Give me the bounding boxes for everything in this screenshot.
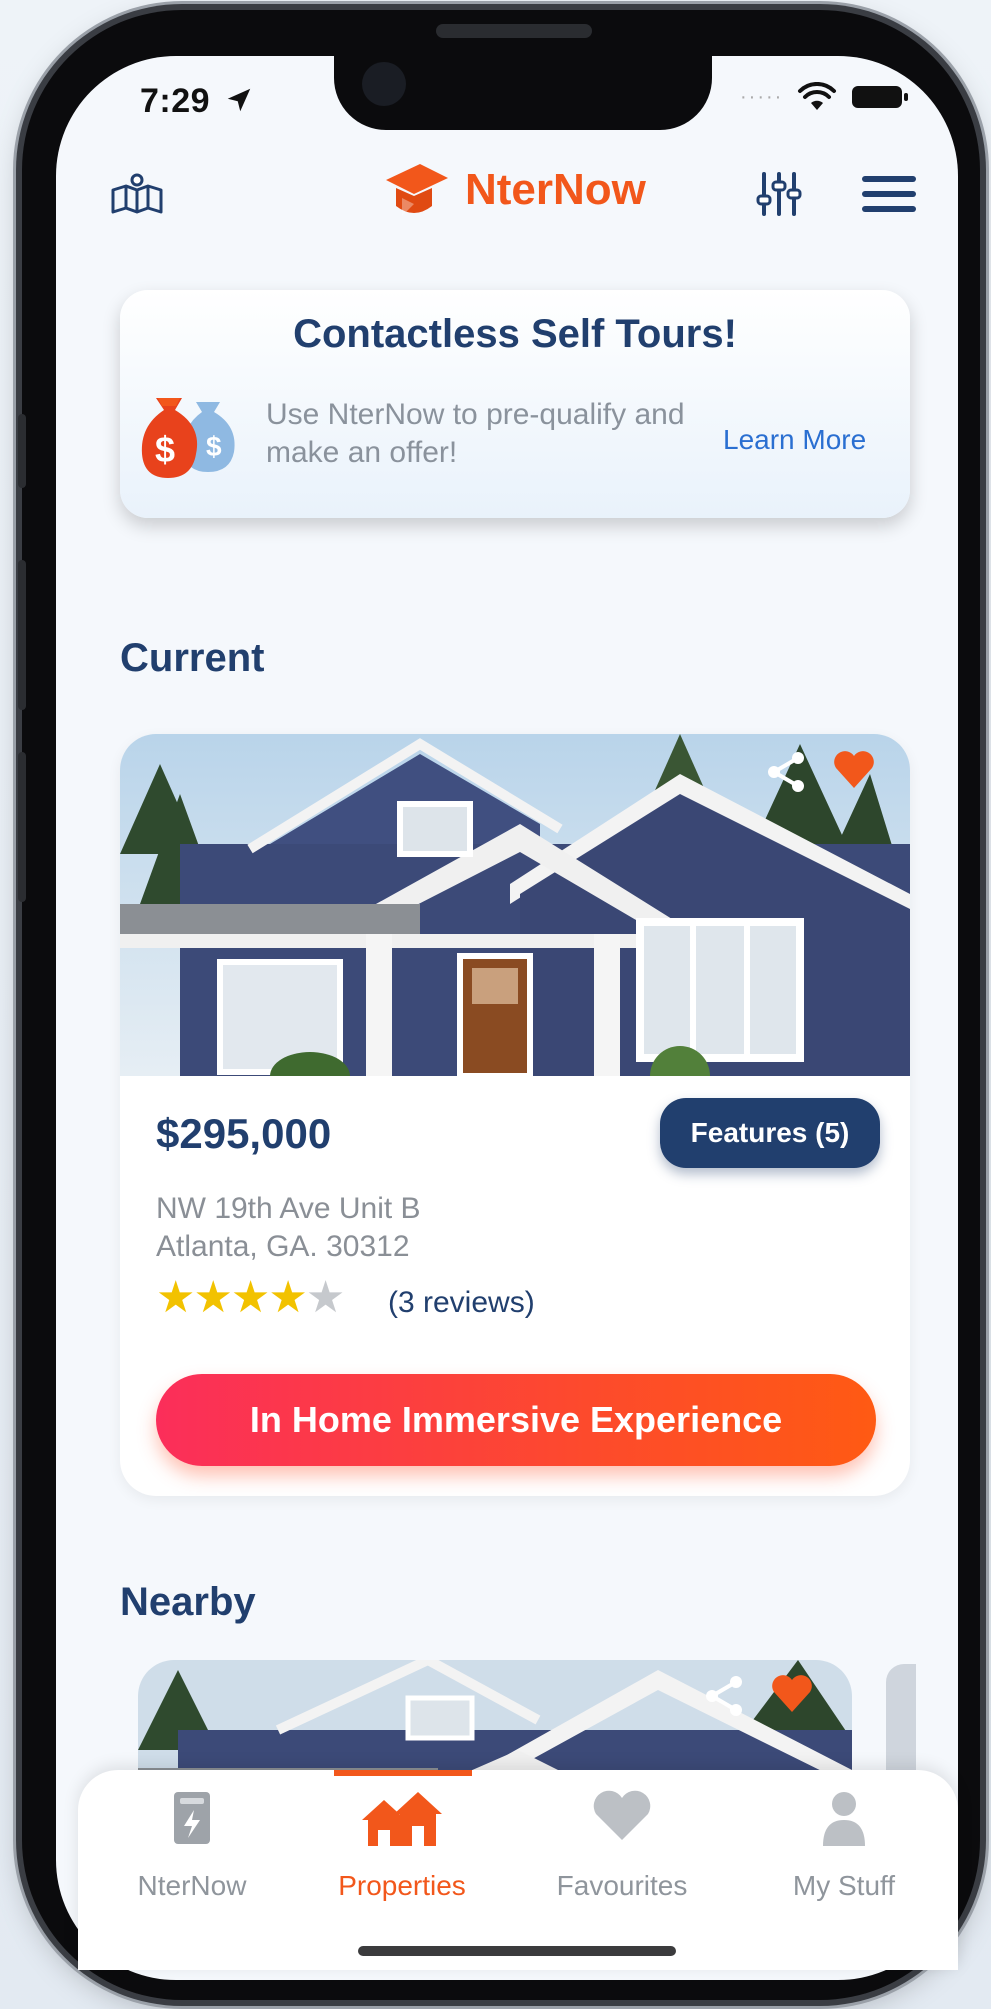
money-bags-icon: $ $: [141, 398, 235, 478]
hamburger-menu-icon[interactable]: [860, 172, 918, 216]
features-button[interactable]: Features (5): [660, 1098, 880, 1168]
reviews-count[interactable]: (3 reviews): [388, 1286, 535, 1320]
address-line-2: Atlanta, GA. 30312: [156, 1230, 410, 1263]
immersive-experience-button[interactable]: In Home Immersive Experience: [156, 1374, 876, 1466]
share-icon[interactable]: [764, 750, 808, 794]
svg-text:$: $: [206, 431, 222, 462]
bottom-tab-bar: NterNow Properties Favourites My Stuff: [78, 1770, 958, 1970]
star-filled-icon: ★: [268, 1273, 307, 1322]
tab-favourites[interactable]: Favourites: [512, 1770, 732, 1930]
heart-icon: [593, 1790, 651, 1840]
mute-switch: [18, 414, 26, 488]
fuse-box-icon: [174, 1792, 210, 1844]
houses-icon: [362, 1792, 442, 1846]
person-icon: [823, 1792, 865, 1846]
property-price: $295,000: [156, 1110, 332, 1157]
current-section-title: Current: [120, 636, 265, 680]
volume-up-button: [18, 560, 26, 710]
banner-description: Use NterNow to pre-qualify and make an o…: [266, 398, 685, 469]
tab-label: Properties: [338, 1870, 466, 1901]
speaker-grille: [436, 24, 592, 38]
star-filled-icon: ★: [230, 1273, 270, 1322]
front-camera: [362, 62, 406, 106]
filter-sliders-icon[interactable]: [756, 172, 802, 216]
nearby-favorite-heart-icon[interactable]: [770, 1672, 814, 1716]
nternow-logo-icon: [386, 164, 448, 216]
rating-stars: ★★★★★: [156, 1272, 345, 1323]
signal-dots-icon: ·····: [740, 85, 784, 108]
property-address: NW 19th Ave Unit B Atlanta, GA. 30312: [156, 1190, 421, 1266]
tab-label: Favourites: [556, 1870, 688, 1901]
current-property-card[interactable]: $295,000 Features (5) NW 19th Ave Unit B…: [120, 734, 910, 1496]
address-line-1: NW 19th Ave Unit B: [156, 1192, 421, 1225]
learn-more-link[interactable]: Learn More: [723, 424, 866, 456]
star-filled-icon: ★: [156, 1273, 195, 1322]
banner-title: Contactless Self Tours!: [293, 312, 737, 356]
battery-icon: [852, 86, 909, 108]
favorite-heart-icon[interactable]: [832, 748, 876, 792]
svg-text:$: $: [155, 429, 175, 470]
tab-nternow[interactable]: NterNow: [82, 1770, 302, 1930]
tab-label: NterNow: [137, 1870, 247, 1901]
nearby-share-icon[interactable]: [702, 1674, 746, 1718]
map-icon[interactable]: [110, 172, 164, 216]
status-time: 7:29: [140, 82, 254, 121]
star-empty-icon: ★: [305, 1273, 345, 1322]
status-icons: ·····: [740, 82, 909, 112]
location-arrow-icon: [227, 88, 251, 112]
nearby-section-title: Nearby: [120, 1580, 256, 1624]
self-tours-banner[interactable]: Contactless Self Tours! $ $ Use NterNow …: [120, 290, 910, 518]
volume-down-button: [18, 752, 26, 902]
tab-label: My Stuff: [792, 1870, 896, 1901]
status-time-text: 7:29: [140, 82, 211, 120]
tab-my-stuff[interactable]: My Stuff: [734, 1770, 954, 1930]
app-logo-text: NterNow: [465, 165, 646, 214]
wifi-icon: [798, 82, 837, 110]
star-filled-icon: ★: [193, 1273, 232, 1322]
tab-properties[interactable]: Properties: [292, 1770, 512, 1930]
home-indicator[interactable]: [358, 1946, 676, 1956]
